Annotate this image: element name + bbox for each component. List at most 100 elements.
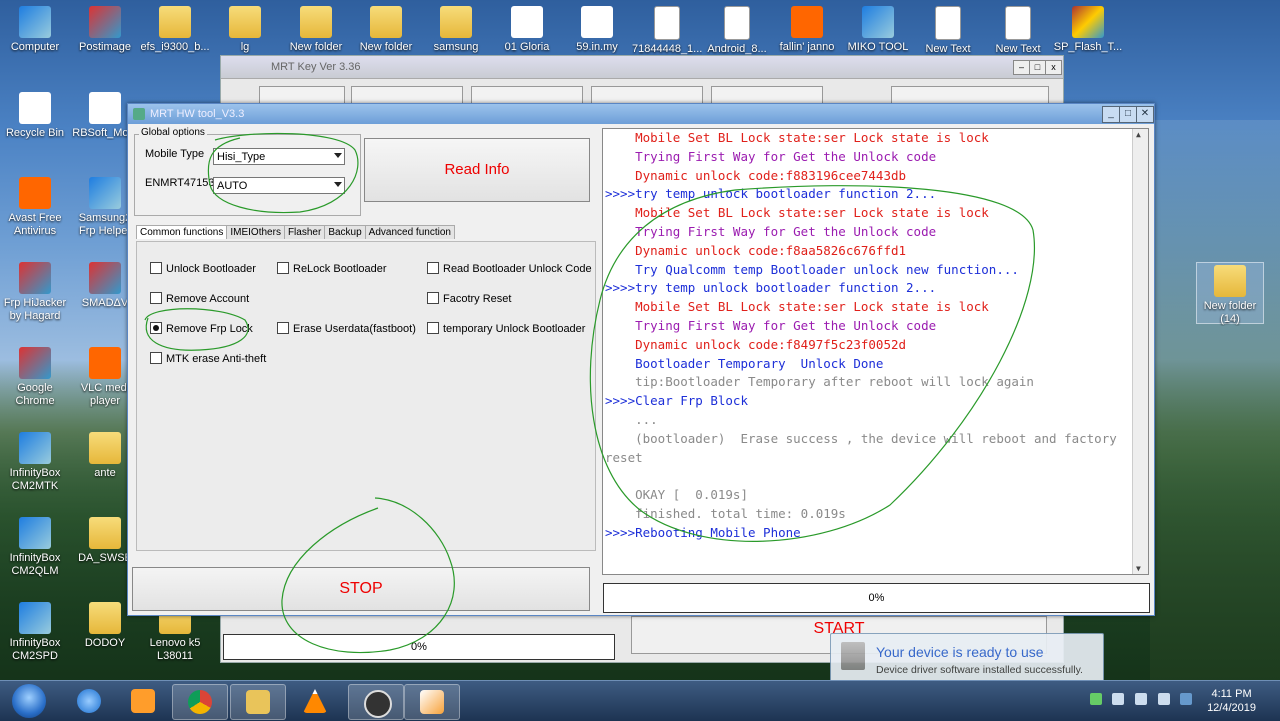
progress-text: 0% — [411, 641, 427, 653]
taskbar-mrt[interactable] — [404, 684, 460, 720]
tab-flasher[interactable]: Flasher — [283, 225, 326, 239]
window-titlebar[interactable]: MRT HW tool_V3.3 _ □ ✕ — [128, 104, 1154, 124]
relock-bootloader-checkbox[interactable]: ReLock Bootloader — [277, 262, 387, 275]
desktop-icon[interactable]: samsung — [421, 6, 491, 54]
temporary-unlock-bootloader-checkbox[interactable]: temporary Unlock Bootloader — [427, 322, 585, 335]
tray-network-icon[interactable] — [1158, 693, 1170, 705]
select-value: Hisi_Type — [217, 151, 266, 163]
icon-label: Chrome — [15, 395, 55, 407]
mobile-type-select[interactable]: Hisi_Type — [213, 148, 345, 165]
clock[interactable]: 4:11 PM 12/4/2019 — [1207, 687, 1256, 715]
remove-frp-lock-radio[interactable]: Remove Frp Lock — [150, 322, 253, 335]
folder-icon — [246, 690, 270, 714]
tab-backup[interactable]: Backup — [324, 225, 366, 239]
mrt-key-titlebar[interactable]: MRT Key Ver 3.36 — [221, 56, 1063, 79]
tab-imei-others[interactable]: IMEIOthers — [226, 225, 285, 239]
desktop-icon[interactable]: Frp HiJacker by Hagard — [0, 262, 70, 323]
log-line: Trying First Way for Get the Unlock code — [605, 317, 937, 333]
icon-label: fallin' janno — [779, 41, 835, 53]
desktop-item-icon — [19, 177, 51, 209]
desktop-icon[interactable]: Postimage — [70, 6, 140, 54]
desktop-icon[interactable]: 71844448_1... — [632, 6, 702, 56]
taskbar-app[interactable] — [348, 684, 404, 720]
chevron-down-icon — [334, 182, 342, 187]
taskbar-explorer[interactable] — [230, 684, 286, 720]
log-line: Mobile Set BL Lock state:ser Lock state … — [605, 130, 989, 145]
unlock-bootloader-checkbox[interactable]: Unlock Bootloader — [150, 262, 256, 275]
close-icon[interactable]: ✕ — [1136, 106, 1154, 123]
enmrt-select[interactable]: AUTO — [213, 177, 345, 194]
radio-selected-icon — [150, 322, 162, 334]
minimize-icon[interactable]: _ — [1102, 106, 1120, 123]
tray-device-icon[interactable] — [1090, 693, 1102, 705]
factory-reset-checkbox[interactable]: Facotry Reset — [427, 292, 511, 305]
icon-label: lg — [240, 41, 250, 53]
desktop-icon[interactable]: New Text — [913, 6, 983, 56]
desktop-item-icon — [440, 6, 472, 38]
read-info-button[interactable]: Read Info — [364, 138, 590, 202]
desktop-icon[interactable]: MIKO TOOL — [843, 6, 913, 54]
desktop-icon[interactable]: Avast Free Antivirus — [0, 177, 70, 238]
checkbox-box — [150, 262, 162, 274]
desktop-icon[interactable]: InfinityBox CM2MTK — [0, 432, 70, 493]
icon-label: Google — [17, 382, 53, 394]
read-bootloader-unlock-code-checkbox[interactable]: Read Bootloader Unlock Code — [427, 262, 592, 275]
desktop-icon[interactable]: fallin' janno — [772, 6, 842, 54]
desktop-item-icon — [862, 6, 894, 38]
taskbar-chrome[interactable] — [172, 684, 228, 720]
desktop-icon[interactable]: New folder — [281, 6, 351, 54]
global-options-group: Global options — [134, 127, 361, 216]
tab-advanced-function[interactable]: Advanced function — [364, 225, 455, 239]
tray-flag-icon[interactable] — [1112, 693, 1124, 705]
desktop-icon[interactable]: Recycle Bin — [0, 92, 70, 140]
tab-common-functions[interactable]: Common functions — [136, 225, 228, 239]
desktop-icon[interactable]: InfinityBox CM2QLM — [0, 517, 70, 578]
desktop-icon[interactable]: efs_i9300_b... — [140, 6, 210, 54]
log-output[interactable]: Mobile Set BL Lock state:ser Lock state … — [602, 128, 1149, 575]
remove-account-checkbox[interactable]: Remove Account — [150, 292, 249, 305]
desktop-icon[interactable]: lg — [210, 6, 280, 54]
icon-label: 59.in.my — [576, 41, 618, 53]
device-driver-icon — [841, 642, 865, 670]
mrt-hw-tool-window[interactable]: MRT HW tool_V3.3 _ □ ✕ Global options Mo… — [127, 103, 1155, 616]
desktop-icon[interactable]: New folder — [351, 6, 421, 54]
checkbox-label: ReLock Bootloader — [293, 263, 387, 275]
desktop-item-icon — [724, 6, 750, 40]
device-ready-notification[interactable]: Your device is ready to use Device drive… — [830, 633, 1104, 685]
desktop-icon[interactable]: Android_8... — [702, 6, 772, 56]
desktop-icon[interactable]: SP_Flash_T... — [1053, 6, 1123, 54]
desktop-icon[interactable]: 01 Gloria — [492, 6, 562, 54]
icon-label: DODOY — [84, 637, 126, 649]
maximize-icon[interactable]: □ — [1029, 60, 1046, 75]
checkbox-box — [427, 262, 439, 274]
icon-label: Computer — [10, 41, 60, 53]
checkbox-box — [277, 262, 289, 274]
windows-start-icon[interactable] — [12, 684, 46, 718]
log-scrollbar[interactable] — [1132, 129, 1148, 574]
desktop-item-icon — [159, 6, 191, 38]
desktop-icon[interactable]: Computer — [0, 6, 70, 54]
icon-label: Postimage — [79, 41, 131, 53]
taskbar-media-player[interactable] — [116, 684, 170, 718]
close-icon[interactable]: x — [1045, 60, 1062, 75]
desktop-icon[interactable]: 59.in.my — [562, 6, 632, 54]
desktop-icon[interactable]: Google Chrome — [0, 347, 70, 408]
chrome-icon — [188, 690, 212, 714]
desktop-icon[interactable]: InfinityBox CM2SPD — [0, 602, 70, 663]
mtk-erase-anti-theft-checkbox[interactable]: MTK erase Anti-theft — [150, 352, 266, 365]
log-line: Dynamic unlock code:f883196cee7443db — [605, 167, 907, 183]
tray-language-icon[interactable] — [1180, 693, 1192, 705]
desktop-icon[interactable]: New Text — [983, 6, 1053, 56]
maximize-icon[interactable]: □ — [1119, 106, 1137, 123]
tray-volume-icon[interactable] — [1135, 693, 1147, 705]
icon-label: by Hagard — [9, 310, 61, 322]
stop-button[interactable]: STOP — [132, 567, 590, 611]
icon-label: Antivirus — [13, 225, 57, 237]
desktop-item-icon — [89, 6, 121, 38]
desktop-icon-new-folder-14[interactable]: New folder (14) — [1196, 262, 1264, 325]
checkbox-label: Erase Userdata(fastboot) — [293, 323, 416, 335]
minimize-icon[interactable]: – — [1013, 60, 1030, 75]
erase-userdata-checkbox[interactable]: Erase Userdata(fastboot) — [277, 322, 416, 335]
taskbar-vlc[interactable] — [288, 684, 342, 718]
taskbar-ie[interactable] — [62, 684, 116, 718]
